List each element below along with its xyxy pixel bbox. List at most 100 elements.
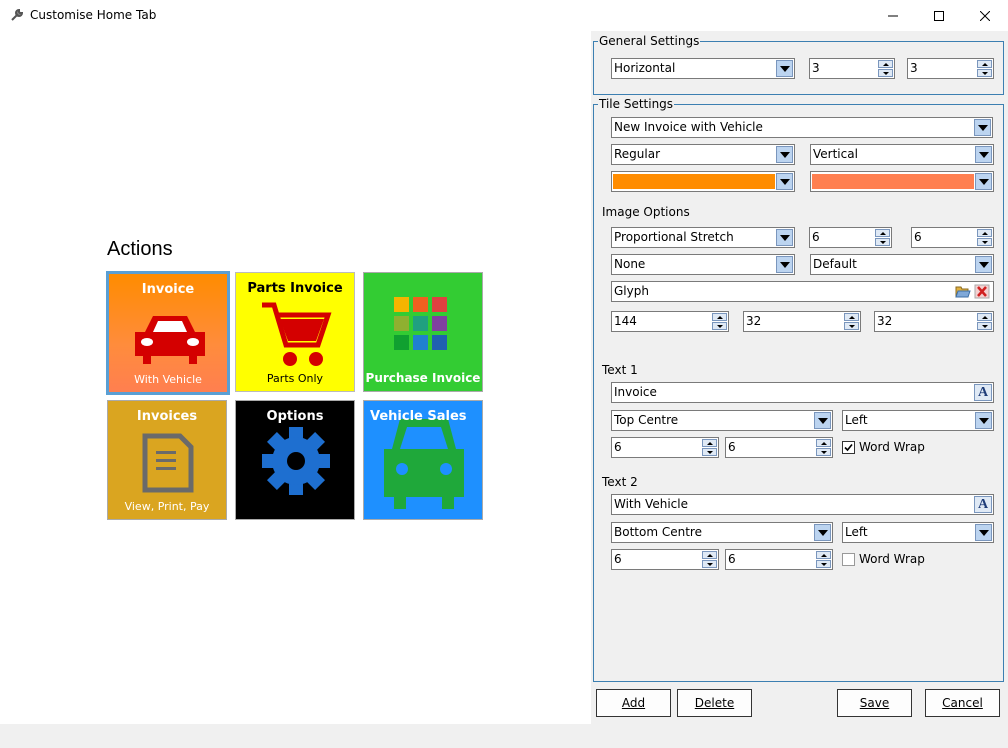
spin-buttons[interactable] [875,229,890,246]
tile-preview-area: Actions Invoice With Vehicle Parts Invoi… [1,31,591,724]
wrench-icon [11,8,24,21]
group-title: Actions [107,238,173,260]
chevron-down-icon[interactable] [814,524,831,541]
car-front-icon [384,419,464,509]
text2-label: Text 2 [602,475,638,489]
font-icon[interactable]: A [974,496,992,513]
color1-picker[interactable] [611,171,795,192]
color1-swatch [613,174,775,189]
chevron-down-icon[interactable] [776,229,793,246]
spin-buttons[interactable] [816,551,831,568]
text1-align-value: Left [845,413,868,427]
tile-text1: Parts Invoice [247,281,343,296]
cancel-button[interactable]: Cancel [925,689,1000,717]
text2-position-dropdown[interactable]: Bottom Centre [611,522,833,543]
tile-text2: With Vehicle [134,373,202,386]
image-offset-x-value: 6 [812,230,820,244]
chevron-down-icon[interactable] [975,412,992,429]
chevron-down-icon[interactable] [975,146,992,163]
spin-buttons[interactable] [977,313,992,330]
tile-purchase-invoice[interactable]: Purchase Invoice [363,272,483,392]
spin-buttons[interactable] [878,60,893,77]
text1-offset-y-spinner[interactable]: 6 [725,437,833,458]
glyph-field[interactable]: Glyph [611,281,994,302]
delete-button[interactable]: Delete [677,689,752,717]
color2-picker[interactable] [810,171,994,192]
spin-buttons[interactable] [816,439,831,456]
save-button-label: Save [859,696,890,710]
folder-open-icon[interactable] [955,284,971,299]
chevron-down-icon[interactable] [974,119,991,136]
close-button[interactable] [962,0,1008,31]
image-effect-value: None [614,257,646,271]
spin-buttons[interactable] [977,229,992,246]
chevron-down-icon[interactable] [814,412,831,429]
maximize-button[interactable] [916,0,962,31]
text1-position-value: Top Centre [614,413,679,427]
minimize-button[interactable] [870,0,916,31]
text1-position-dropdown[interactable]: Top Centre [611,410,833,431]
image-width-spinner[interactable]: 32 [743,311,861,332]
columns-spinner[interactable]: 3 [809,58,895,79]
tile-invoice[interactable]: Invoice With Vehicle [106,271,230,395]
chevron-down-icon[interactable] [975,256,992,273]
color2-swatch [812,174,974,189]
image-stretch-value: Proportional Stretch [614,230,734,244]
chevron-down-icon[interactable] [975,524,992,541]
color-grid-icon [394,297,447,350]
tile-text2: Parts Only [266,372,324,385]
text2-align-value: Left [845,525,868,539]
image-align-value: Default [813,257,857,271]
spin-buttons[interactable] [844,313,859,330]
spin-buttons[interactable] [702,551,717,568]
font-icon[interactable]: A [974,384,992,401]
tile-direction-dropdown[interactable]: Vertical [810,144,994,165]
image-size-spinner[interactable]: 144 [611,311,729,332]
delete-button-label: Delete [694,696,735,710]
image-offset-y-spinner[interactable]: 6 [911,227,994,248]
text2-position-value: Bottom Centre [614,525,702,539]
add-button[interactable]: Add [596,689,671,717]
image-align-dropdown[interactable]: Default [810,254,994,275]
gear-icon [262,427,330,495]
save-button[interactable]: Save [837,689,912,717]
tile-parts-invoice[interactable]: Parts Invoice Parts Only [235,272,355,392]
minimize-icon [888,15,898,16]
text2-align-dropdown[interactable]: Left [842,522,994,543]
chevron-down-icon[interactable] [975,173,992,190]
text1-offset-x-spinner[interactable]: 6 [611,437,719,458]
tile-size-dropdown[interactable]: Regular [611,144,795,165]
spin-buttons[interactable] [702,439,717,456]
chevron-down-icon[interactable] [776,60,793,77]
spin-buttons[interactable] [712,313,727,330]
chevron-down-icon[interactable] [776,146,793,163]
text1-value: Invoice [614,385,657,399]
general-settings-group: General Settings Horizontal 3 3 [593,34,1004,95]
tile-text1: Invoice [141,282,195,297]
text1-input[interactable]: Invoice A [611,382,994,403]
image-offset-x-spinner[interactable]: 6 [809,227,892,248]
chevron-down-icon[interactable] [776,173,793,190]
tile-select-dropdown[interactable]: New Invoice with Vehicle [611,117,993,138]
image-height-spinner[interactable]: 32 [874,311,994,332]
chevron-down-icon[interactable] [776,256,793,273]
image-stretch-dropdown[interactable]: Proportional Stretch [611,227,795,248]
text2-word-wrap-checkbox[interactable] [842,553,855,566]
text1-word-wrap-checkbox[interactable] [842,441,855,454]
spin-buttons[interactable] [977,60,992,77]
orientation-dropdown[interactable]: Horizontal [611,58,795,79]
text2-offset-x-spinner[interactable]: 6 [611,549,719,570]
text2-offset-y-spinner[interactable]: 6 [725,549,833,570]
rows-spinner[interactable]: 3 [907,58,994,79]
image-effect-dropdown[interactable]: None [611,254,795,275]
rows-value: 3 [910,61,918,75]
text1-align-dropdown[interactable]: Left [842,410,994,431]
tile-invoices[interactable]: Invoices View, Print, Pay [107,400,227,520]
text1-word-wrap-label: Word Wrap [859,440,925,454]
tile-vehicle-sales[interactable]: Vehicle Sales [363,400,483,520]
text1-offset-y-value: 6 [728,440,736,454]
clear-icon[interactable] [974,284,990,299]
tile-options[interactable]: Options [235,400,355,520]
text2-input[interactable]: With Vehicle A [611,494,994,515]
car-front-icon [135,316,205,364]
